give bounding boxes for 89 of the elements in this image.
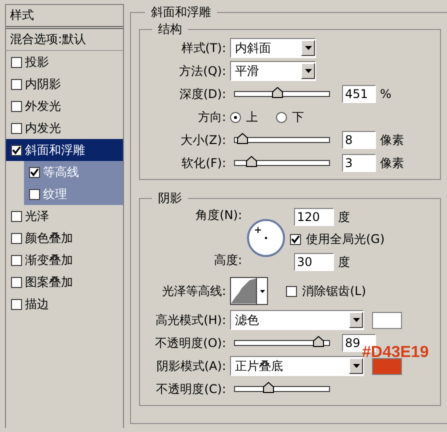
list-item[interactable]: 斜面和浮雕 <box>6 139 123 161</box>
group-title: 斜面和浮雕 <box>150 4 212 21</box>
checkbox[interactable] <box>11 144 22 156</box>
item-label: 斜面和浮雕 <box>25 142 85 158</box>
color-swatch[interactable] <box>372 358 402 374</box>
item-label: 等高线 <box>43 164 79 180</box>
list-item[interactable]: 内阴影 <box>6 73 123 95</box>
list-item[interactable]: 渐变叠加 <box>6 249 123 271</box>
item-label: 描边 <box>25 296 49 312</box>
contour-picker[interactable] <box>230 277 268 305</box>
checkbox[interactable] <box>11 298 22 310</box>
input-field[interactable]: 120 <box>294 208 334 226</box>
list-item[interactable]: 描边 <box>6 293 123 315</box>
checkbox[interactable] <box>29 166 40 178</box>
dropdown[interactable]: 内斜面 <box>230 38 316 58</box>
dropdown-arrow-icon <box>352 318 360 322</box>
list-item[interactable]: 混合选项:默认 <box>6 29 123 51</box>
checkbox-label: 使用全局光(G) <box>306 231 385 248</box>
list-item[interactable]: 颜色叠加 <box>6 227 123 249</box>
field-label: 阴影模式(A): <box>155 358 226 374</box>
item-label: 颜色叠加 <box>25 230 73 246</box>
field-label: 角度(N): <box>196 207 242 224</box>
field-label: 光泽等高线: <box>160 282 226 300</box>
slider-thumb[interactable] <box>246 156 257 167</box>
group-title: 结构 <box>157 21 183 38</box>
field-label: 不透明度(C): <box>155 380 226 398</box>
checkbox[interactable] <box>11 78 22 90</box>
item-label: 纹理 <box>43 186 67 202</box>
dropdown[interactable]: 平滑 <box>230 61 316 81</box>
unit-label: 像素 <box>380 132 404 148</box>
field-label: 深度(D): <box>178 86 226 102</box>
checkbox[interactable] <box>11 254 22 266</box>
color-swatch[interactable] <box>372 312 402 328</box>
checkbox[interactable] <box>11 100 22 112</box>
checkbox[interactable] <box>11 276 22 288</box>
dropdown-arrow-icon <box>260 290 265 292</box>
list-item[interactable]: 图案叠加 <box>6 271 123 293</box>
unit-label: 像素 <box>380 154 404 172</box>
checkbox[interactable] <box>286 286 297 296</box>
item-label: 内阴影 <box>25 76 61 92</box>
input-field[interactable]: 3 <box>342 154 376 172</box>
list-item[interactable]: 内发光 <box>6 117 123 139</box>
checkbox-label: 消除锯齿(L) <box>302 282 366 300</box>
dropdown[interactable]: 滤色 <box>230 310 364 330</box>
field-label: 高度: <box>214 252 242 269</box>
item-label: 渐变叠加 <box>25 252 73 268</box>
input-field[interactable]: 8 <box>342 131 376 149</box>
checkbox[interactable] <box>11 210 22 222</box>
item-label: 光泽 <box>25 208 49 224</box>
field-label: 高光模式(H): <box>154 312 226 328</box>
group-title: 阴影 <box>157 190 183 207</box>
radio-button[interactable]: 下 <box>276 108 304 126</box>
unit-label: 度 <box>338 208 350 226</box>
dropdown-arrow-icon <box>304 69 312 73</box>
checkbox[interactable] <box>11 56 22 68</box>
field-label: 大小(Z): <box>179 132 226 148</box>
contour-graph-icon <box>231 278 256 304</box>
field-label: 方法(Q): <box>178 62 226 80</box>
slider-thumb[interactable] <box>312 336 324 347</box>
slider-thumb[interactable] <box>262 382 274 393</box>
field-label: 方向: <box>196 108 226 126</box>
checkbox[interactable] <box>11 232 22 244</box>
list-item[interactable]: 外发光 <box>6 95 123 117</box>
slider-thumb[interactable] <box>236 133 248 144</box>
input-field[interactable]: 451 <box>342 85 376 103</box>
list-item[interactable]: 光泽 <box>6 205 123 227</box>
unit-label: % <box>380 87 392 101</box>
field-label: 软化(F): <box>180 154 226 172</box>
item-label: 投影 <box>25 54 49 70</box>
item-label: 内发光 <box>25 120 61 136</box>
unit-label: 度 <box>338 254 350 270</box>
dropdown-arrow-icon <box>352 364 360 368</box>
item-label: 图案叠加 <box>25 274 73 290</box>
panel-header: 样式 <box>6 5 123 29</box>
list-item[interactable]: 纹理 <box>24 183 123 205</box>
input-field[interactable]: 30 <box>294 253 334 271</box>
angle-dial[interactable] <box>246 218 286 258</box>
field-label: 不透明度(O): <box>154 334 226 352</box>
list-item[interactable]: 投影 <box>6 51 123 73</box>
list-item[interactable]: 等高线 <box>24 161 123 183</box>
slider-thumb[interactable] <box>272 87 284 98</box>
item-label: 外发光 <box>25 98 61 114</box>
radio-button[interactable]: 上 <box>230 108 258 126</box>
dropdown[interactable]: 正片叠底 <box>230 356 364 376</box>
checkbox[interactable] <box>11 122 22 134</box>
checkbox[interactable] <box>29 188 40 200</box>
dropdown-arrow-icon <box>304 46 312 50</box>
field-label: 样式(T): <box>180 40 226 56</box>
checkbox[interactable] <box>290 234 301 245</box>
